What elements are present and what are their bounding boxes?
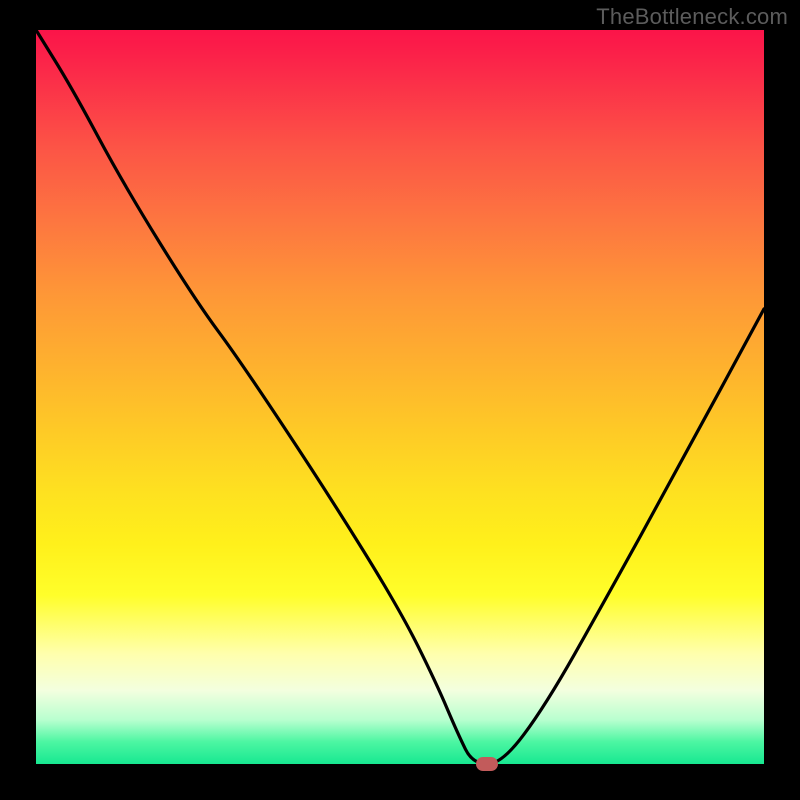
- optimal-point-marker: [476, 757, 498, 771]
- chart-plot-area: [36, 30, 764, 764]
- curve-path: [36, 30, 764, 764]
- chart-stage: TheBottleneck.com: [0, 0, 800, 800]
- bottleneck-curve: [36, 30, 764, 764]
- watermark-text: TheBottleneck.com: [596, 4, 788, 30]
